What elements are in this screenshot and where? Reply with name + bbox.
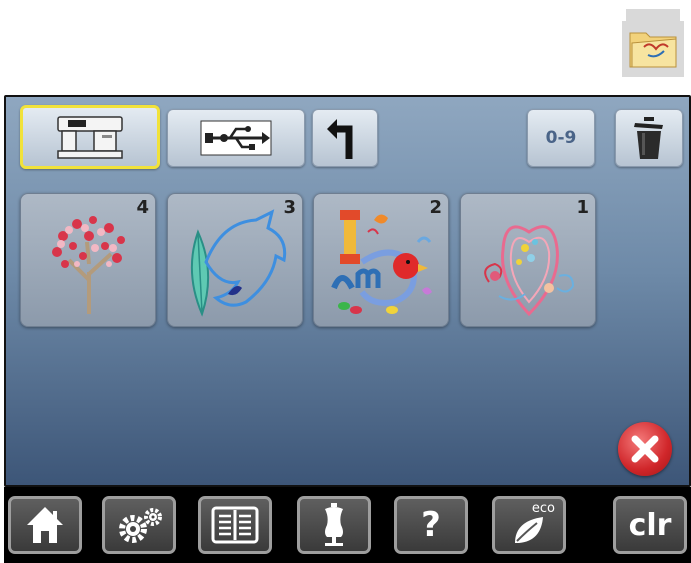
design-tile-2[interactable]: 2 xyxy=(313,193,449,327)
dress-form-icon xyxy=(325,503,343,546)
help-label: ? xyxy=(421,505,441,545)
paisley-heart-icon xyxy=(484,225,575,317)
dolphin-feather-icon xyxy=(190,209,287,317)
trash-can-icon xyxy=(634,117,663,159)
design-tile-1[interactable]: 1 xyxy=(460,193,596,327)
clear-label: clr xyxy=(628,507,672,543)
clear-button[interactable]: clr xyxy=(613,496,687,554)
leaf-icon xyxy=(515,517,543,543)
cancel-button[interactable] xyxy=(618,422,672,476)
embroidery-folder-icon[interactable] xyxy=(622,7,684,77)
sort-range-button[interactable]: 0-9 xyxy=(527,109,595,167)
back-button[interactable] xyxy=(312,109,378,167)
tutorial-button[interactable] xyxy=(198,496,272,554)
design-tile-3[interactable]: 3 xyxy=(167,193,303,327)
close-icon xyxy=(631,435,659,463)
eco-button[interactable]: eco xyxy=(492,496,566,554)
help-button[interactable]: ? xyxy=(394,496,468,554)
cherry-blossom-tree-icon xyxy=(52,216,125,314)
delete-button[interactable] xyxy=(615,109,683,167)
usb-icon xyxy=(200,120,272,156)
sewing-machine-icon xyxy=(57,116,123,159)
range-label: 0-9 xyxy=(545,128,577,148)
design-tile-4[interactable]: 4 xyxy=(20,193,156,327)
gear-icon xyxy=(119,508,162,543)
home-button[interactable] xyxy=(8,496,82,554)
bottom-navigation-bar: ? eco clr xyxy=(4,487,691,563)
usb-stick-button[interactable] xyxy=(167,109,305,167)
book-icon xyxy=(211,506,259,544)
i-am-letters-bird-icon xyxy=(331,210,432,314)
return-arrow-icon xyxy=(327,119,353,159)
eco-label: eco xyxy=(531,501,555,516)
setup-button[interactable] xyxy=(102,496,176,554)
embroidery-selection-screen: 0-9 4 3 2 1 xyxy=(4,95,691,487)
machine-memory-button[interactable] xyxy=(20,105,160,169)
home-icon xyxy=(27,507,63,543)
sewing-consultant-button[interactable] xyxy=(297,496,371,554)
